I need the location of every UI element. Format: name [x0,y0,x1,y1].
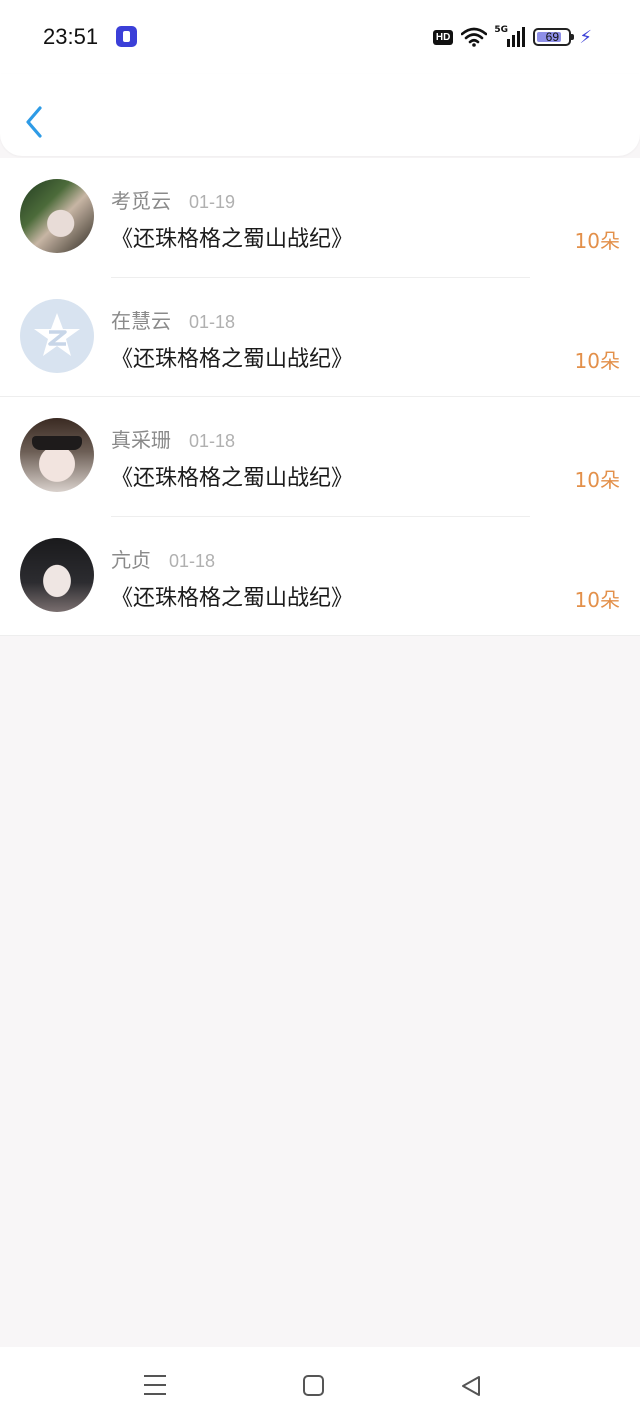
default-avatar-icon [34,312,80,356]
system-navigation-bar [0,1347,640,1426]
list-item[interactable]: 真采珊 01-18 《还珠格格之蜀山战纪》 10朵 [0,397,640,517]
item-meta: 真采珊 01-18 [111,424,235,453]
book-title[interactable]: 《还珠格格之蜀山战纪》 [111,460,353,492]
wifi-icon [461,27,488,47]
signal-5g-icon: 5G [494,25,526,47]
record-date: 01-18 [169,550,216,571]
user-name: 在慧云 [111,308,171,333]
list-item[interactable]: 在慧云 01-18 《还珠格格之蜀山战纪》 10朵 [0,278,640,397]
status-bar: 23:51 HD 5G 69 ⚡ [0,0,640,74]
user-name: 考觅云 [111,189,171,213]
network-label: 5G [494,25,509,35]
book-title[interactable]: 《还珠格格之蜀山战纪》 [111,341,353,373]
gift-amount: 10朵 [574,229,620,253]
book-title[interactable]: 《还珠格格之蜀山战纪》 [111,580,353,612]
charging-icon: ⚡ [579,26,592,48]
hd-icon: HD [432,29,454,45]
avatar[interactable] [20,298,94,373]
record-date: 01-19 [189,192,236,212]
avatar[interactable] [20,179,94,253]
item-meta: 考觅云 01-19 [111,185,235,214]
back-triangle-icon[interactable] [460,1375,482,1397]
list-item[interactable]: 考觅云 01-19 《还珠格格之蜀山战纪》 10朵 [0,158,640,278]
app-badge-icon [116,26,137,47]
battery-icon: 69 [533,28,575,46]
item-meta: 在慧云 01-18 [111,305,235,334]
record-date: 01-18 [189,431,236,451]
user-name: 亢贞 [111,547,151,572]
user-name: 真采珊 [111,428,171,452]
gift-amount: 10朵 [574,348,620,373]
battery-percent: 69 [545,30,560,44]
list-item[interactable]: 亢贞 01-18 《还珠格格之蜀山战纪》 10朵 [0,517,640,636]
home-icon[interactable] [303,1375,324,1396]
status-time: 23:51 [43,24,99,49]
record-date: 01-18 [189,311,236,332]
gift-amount: 10朵 [574,468,620,492]
gift-amount: 10朵 [574,587,620,612]
gift-record-list: 考觅云 01-19 《还珠格格之蜀山战纪》 10朵 在慧云 01-18 《还珠格… [0,158,640,636]
item-meta: 亢贞 01-18 [111,544,215,573]
book-title[interactable]: 《还珠格格之蜀山战纪》 [111,221,353,253]
divider [0,635,640,636]
avatar[interactable] [20,418,94,492]
avatar[interactable] [20,537,94,612]
status-icons: HD 5G 69 ⚡ [432,24,592,50]
chevron-left-icon[interactable] [20,102,50,142]
menu-icon[interactable] [144,1375,166,1395]
header [0,74,640,156]
